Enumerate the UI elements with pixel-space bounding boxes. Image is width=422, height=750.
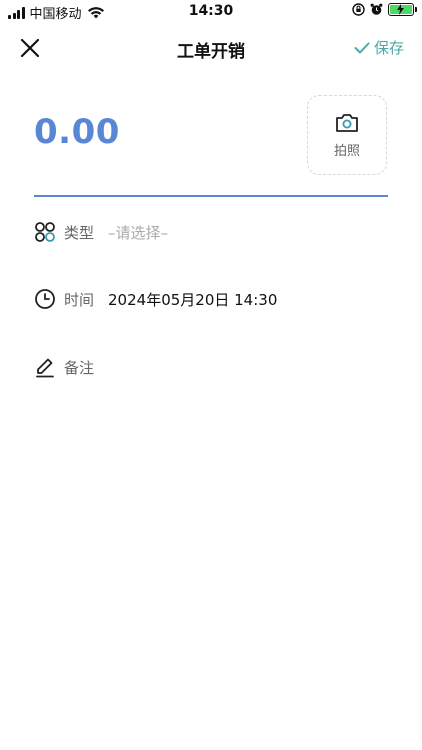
pencil-icon	[36, 358, 54, 378]
nav-bar: 工单开销 保存	[0, 28, 422, 68]
time-selector[interactable]: 时间 2024年05月20日 14:30	[34, 287, 277, 311]
save-button-label: 保存	[373, 39, 404, 57]
battery-charging-icon	[388, 3, 417, 16]
status-bar: 中国移动 14:30	[0, 0, 422, 24]
type-label: 类型	[64, 223, 95, 242]
type-placeholder: –请选择–	[108, 223, 169, 242]
note-label: 备注	[64, 358, 95, 377]
amount-underline	[34, 195, 388, 197]
save-button[interactable]: 保存	[354, 37, 404, 58]
time-label: 时间	[64, 290, 95, 309]
alarm-icon	[370, 3, 383, 15]
take-photo-label: 拍照	[333, 143, 360, 159]
check-icon	[354, 42, 370, 53]
status-right	[352, 3, 417, 16]
note-input[interactable]: 备注	[34, 355, 108, 379]
type-selector[interactable]: 类型 –请选择–	[34, 220, 168, 244]
category-icon	[35, 222, 55, 242]
amount-input[interactable]: 0.00	[34, 112, 120, 152]
camera-icon	[336, 113, 358, 132]
orientation-lock-icon	[352, 3, 365, 16]
clock-icon	[35, 289, 55, 309]
time-value: 2024年05月20日 14:30	[108, 290, 278, 309]
take-photo-button[interactable]: 拍照	[307, 95, 387, 175]
